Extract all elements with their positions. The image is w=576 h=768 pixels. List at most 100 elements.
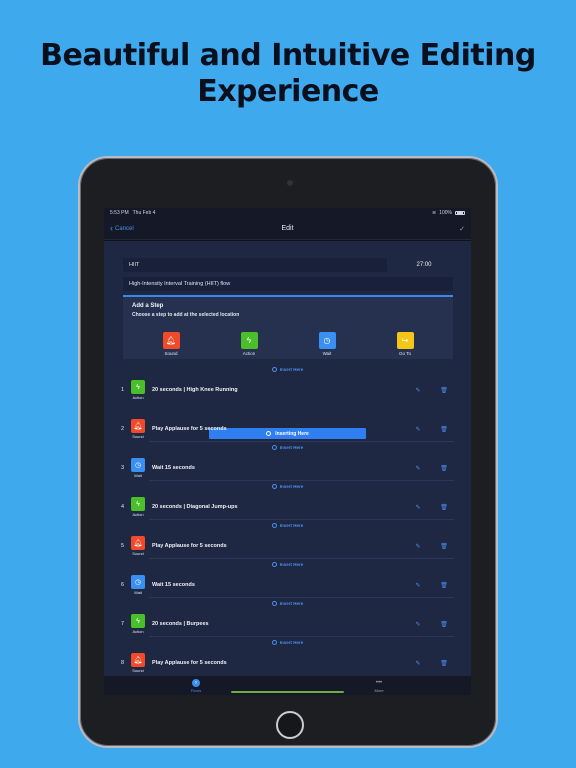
insert-here-link[interactable]: Insert Here	[104, 562, 471, 567]
step-number: 7	[121, 621, 125, 627]
insert-here-link[interactable]: Insert Here	[104, 601, 471, 606]
tab-label: Flows	[190, 688, 202, 693]
clock-icon: ◷	[131, 575, 145, 589]
trash-icon[interactable]: 🗑︎	[434, 504, 454, 511]
save-checkmark-icon[interactable]: ✓	[459, 225, 465, 233]
step-title: 20 seconds | High Knee Running	[152, 387, 238, 393]
plus-circle-icon	[271, 640, 277, 645]
camera-icon	[287, 180, 293, 186]
pencil-icon[interactable]: ✎	[408, 465, 428, 472]
home-indicator	[231, 691, 344, 693]
step-row[interactable]: 8 🔔︎ Sound Play Applause for 5 seconds ✎ …	[121, 650, 454, 676]
insert-here-link[interactable]: Insert Here	[104, 640, 471, 645]
step-row[interactable]: 7 ϟ Action 20 seconds | Burpees ✎ 🗑︎	[121, 611, 454, 637]
step-row[interactable]: 2 🔔︎ Sound Play Applause for 5 seconds ✎ …	[121, 416, 454, 442]
tab-flows[interactable]: › Flows	[176, 679, 216, 693]
bell-icon: 🔔︎	[131, 419, 145, 433]
bell-icon: 🔔︎	[162, 332, 180, 349]
choice-sound-button[interactable]: 🔔︎ Sound	[156, 332, 186, 356]
divider	[149, 558, 454, 559]
insert-here-link[interactable]: Insert Here	[104, 367, 471, 372]
divider	[149, 636, 454, 637]
pencil-icon[interactable]: ✎	[408, 660, 428, 667]
step-row[interactable]: 4 ϟ Action 20 seconds | Diagonal Jump-ups…	[121, 494, 454, 520]
step-row[interactable]: 3 ◷ Wait Wait 15 seconds ✎ 🗑︎	[121, 455, 454, 481]
trash-icon[interactable]: 🗑︎	[434, 660, 454, 667]
step-number: 3	[121, 465, 125, 471]
step-title: Play Applause for 5 seconds	[152, 660, 227, 666]
add-step-panel: Add a Step Choose a step to add at the s…	[123, 295, 453, 359]
insert-here-link[interactable]: Insert Here	[104, 445, 471, 450]
pencil-icon[interactable]: ✎	[408, 504, 428, 511]
pencil-icon[interactable]: ✎	[408, 426, 428, 433]
cancel-button[interactable]: ‹ Cancel	[110, 224, 134, 233]
bolt-icon: ϟ	[131, 380, 145, 394]
bell-icon: 🔔︎	[131, 536, 145, 550]
add-step-title: Add a Step	[132, 303, 164, 309]
choice-wait-button[interactable]: ◷ Wait	[312, 332, 342, 356]
step-title: Play Applause for 5 seconds	[152, 543, 227, 549]
step-type: Sound	[132, 551, 144, 556]
clock-icon: ◷	[318, 332, 336, 349]
step-title: 20 seconds | Diagonal Jump-ups	[152, 504, 238, 510]
step-type: Sound	[132, 434, 144, 439]
pencil-icon[interactable]: ✎	[408, 582, 428, 589]
app-screen: 5:53 PM Thu Feb 4 ≋ 100% ‹ Cancel Edit ✓…	[104, 208, 471, 695]
step-type: Action	[132, 395, 144, 400]
flow-name-field[interactable]: HIIT	[123, 258, 387, 272]
trash-icon[interactable]: 🗑︎	[434, 582, 454, 589]
plus-circle-icon	[271, 484, 277, 489]
nav-bar: ‹ Cancel Edit ✓	[104, 218, 471, 240]
step-title: 20 seconds | Burpees	[152, 621, 209, 627]
trash-icon[interactable]: 🗑︎	[434, 387, 454, 394]
divider	[149, 480, 454, 481]
plus-circle-icon	[271, 523, 277, 528]
step-row[interactable]: 5 🔔︎ Sound Play Applause for 5 seconds ✎ …	[121, 533, 454, 559]
cancel-label: Cancel	[115, 225, 134, 232]
pencil-icon[interactable]: ✎	[408, 387, 428, 394]
pencil-icon[interactable]: ✎	[408, 621, 428, 628]
choice-goto-button[interactable]: ↪ Go To	[390, 332, 420, 356]
insert-here-link[interactable]: Insert Here	[104, 523, 471, 528]
flow-description-value: High-Intensity Interval Training (HIIT) …	[129, 281, 231, 287]
step-number: 1	[121, 387, 125, 393]
plus-circle-icon	[271, 601, 277, 606]
wifi-icon: ≋	[432, 210, 437, 216]
clock-icon: ◷	[131, 458, 145, 472]
divider	[149, 597, 454, 598]
headline: Beautiful and Intuitive Editing Experien…	[0, 38, 576, 110]
trash-icon[interactable]: 🗑︎	[434, 543, 454, 550]
choice-label: Wait	[322, 351, 332, 356]
plus-circle-icon	[271, 562, 277, 567]
divider	[149, 519, 454, 520]
home-button[interactable]	[276, 711, 304, 739]
flow-description-field[interactable]: High-Intensity Interval Training (HIIT) …	[123, 277, 453, 291]
step-title: Wait 15 seconds	[152, 582, 195, 588]
step-type: Action	[132, 512, 144, 517]
divider	[149, 441, 454, 442]
battery-percent: 100%	[439, 210, 452, 216]
step-row[interactable]: 6 ◷ Wait Wait 15 seconds ✎ 🗑︎	[121, 572, 454, 598]
tab-label: More	[374, 688, 384, 693]
trash-icon[interactable]: 🗑︎	[434, 465, 454, 472]
tab-more[interactable]: ••• More	[359, 679, 399, 693]
plus-circle-icon	[271, 445, 277, 450]
trash-icon[interactable]: 🗑︎	[434, 621, 454, 628]
bolt-icon: ϟ	[131, 614, 145, 628]
goto-icon: ↪	[396, 332, 414, 349]
trash-icon[interactable]: 🗑︎	[434, 426, 454, 433]
step-type: Sound	[132, 668, 144, 673]
step-number: 4	[121, 504, 125, 510]
flows-icon: ›	[192, 679, 200, 687]
headline-line-1: Beautiful and Intuitive Editing	[40, 38, 536, 73]
step-row[interactable]: 1 ϟ Action 20 seconds | High Knee Running…	[121, 377, 454, 403]
step-number: 6	[121, 582, 125, 588]
step-type: Wait	[134, 590, 142, 595]
flow-duration: 27:00	[416, 262, 432, 268]
insert-here-link[interactable]: Insert Here	[104, 484, 471, 489]
choice-action-button[interactable]: ϟ Action	[234, 332, 264, 356]
choice-label: Action	[242, 351, 256, 356]
choice-label: Go To	[399, 351, 411, 356]
pencil-icon[interactable]: ✎	[408, 543, 428, 550]
choice-label: Sound	[164, 351, 178, 356]
